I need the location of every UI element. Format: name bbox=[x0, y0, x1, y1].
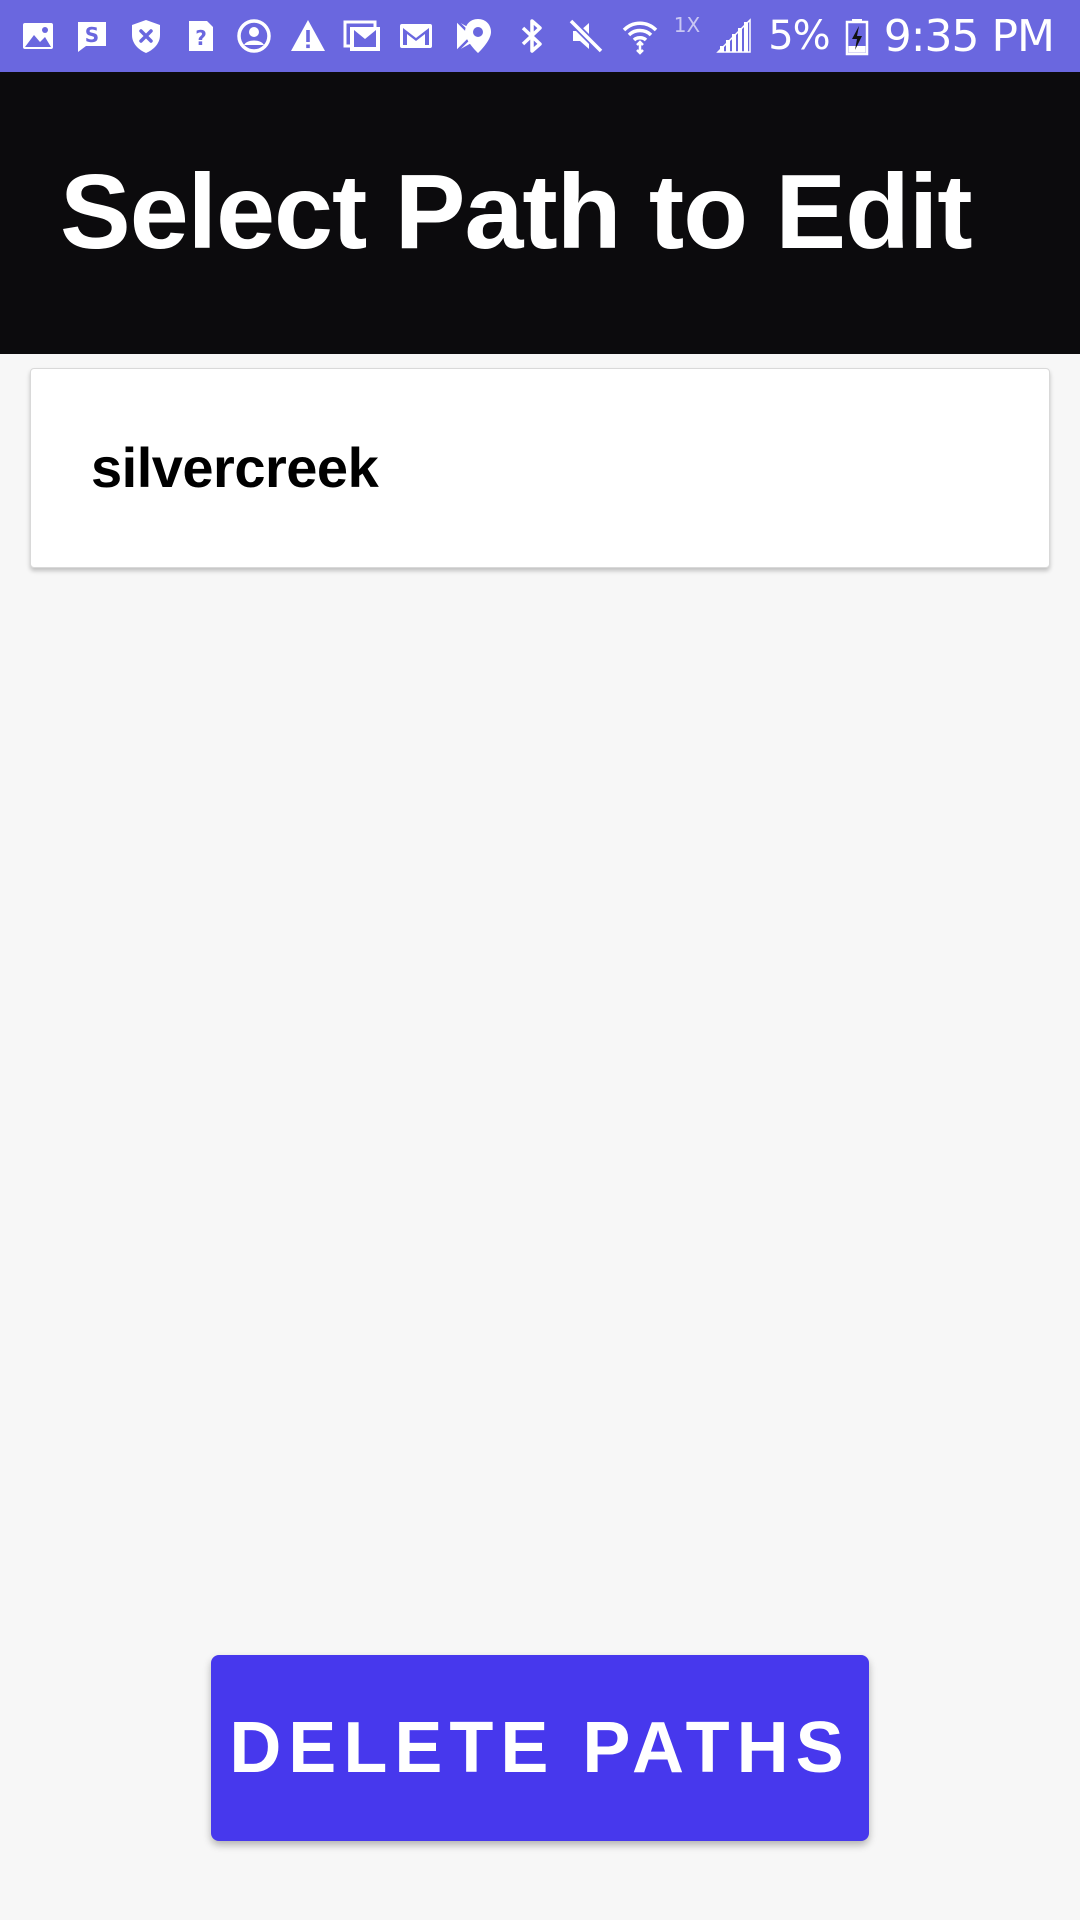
s-app-icon: S bbox=[72, 16, 112, 56]
delete-paths-button[interactable]: DELETE PATHS bbox=[211, 1655, 869, 1841]
gallery-mail-icon bbox=[342, 16, 382, 56]
shield-icon bbox=[126, 16, 166, 56]
svg-text:?: ? bbox=[195, 26, 207, 50]
status-bar: S ? 1X 5% 9:35 PM bbox=[0, 0, 1080, 72]
path-list: silvercreek bbox=[30, 368, 1050, 568]
app-bar: Select Path to Edit bbox=[0, 72, 1080, 354]
mute-icon bbox=[566, 16, 606, 56]
bluetooth-icon bbox=[512, 16, 552, 56]
path-item-silvercreek[interactable]: silvercreek bbox=[30, 368, 1050, 568]
location-icon bbox=[458, 16, 498, 56]
status-system: 1X 5% 9:35 PM bbox=[458, 0, 1055, 72]
status-notifications: S ? bbox=[18, 0, 490, 72]
battery-charging-icon bbox=[844, 16, 870, 56]
wifi-icon bbox=[620, 16, 660, 56]
account-icon bbox=[234, 16, 274, 56]
battery-percent: 5% bbox=[768, 13, 830, 59]
help-icon: ? bbox=[180, 16, 220, 56]
page-title: Select Path to Edit bbox=[60, 153, 973, 271]
gmail-icon bbox=[396, 16, 436, 56]
wifi-speed-label: 1X bbox=[673, 13, 701, 37]
path-item-label: silvercreek bbox=[91, 436, 379, 499]
clock: 9:35 PM bbox=[883, 10, 1055, 62]
gallery-icon bbox=[18, 16, 58, 56]
signal-icon bbox=[714, 16, 754, 56]
svg-text:S: S bbox=[85, 23, 99, 47]
warning-icon bbox=[288, 16, 328, 56]
